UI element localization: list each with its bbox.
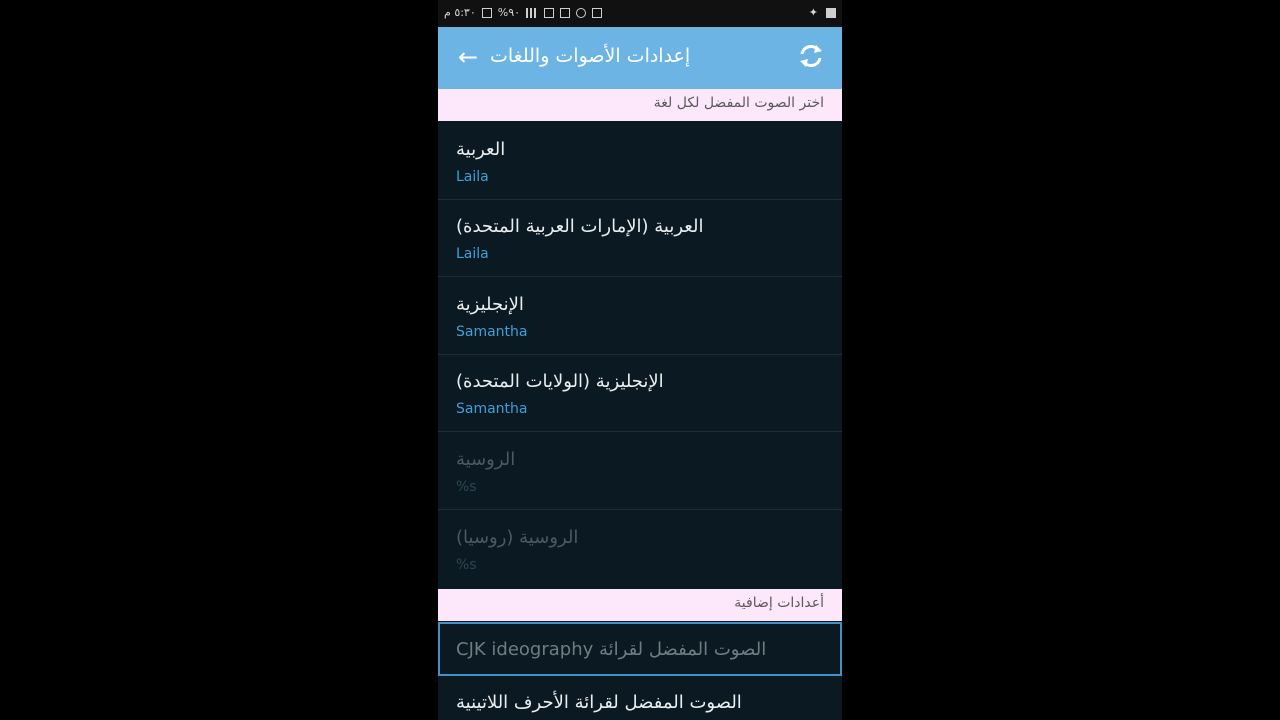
language-label: الإنجليزية xyxy=(456,294,524,315)
arrow-left-icon[interactable]: ← xyxy=(454,43,482,71)
status-left: ٥:٣٠ م %٩٠ xyxy=(444,6,603,19)
language-item-arabic-uae[interactable]: العربية (الإمارات العربية المتحدة) Laila xyxy=(438,200,842,277)
status-right: ✦ xyxy=(809,6,836,19)
message-icon xyxy=(592,7,603,18)
voice-section-header: اختر الصوت المفضل لكل لغة xyxy=(438,89,842,121)
phone-screen: ٥:٣٠ م %٩٠ ✦ ← إعدادات الأصوات واللغات ا… xyxy=(438,0,842,720)
status-bar: ٥:٣٠ م %٩٠ ✦ xyxy=(438,0,842,27)
extra-section-header: أعدادات إضافية xyxy=(438,589,842,621)
latin-voice-label: الصوت المفضل لقرائة الأحرف اللاتينية xyxy=(456,692,742,713)
voice-name: Samantha xyxy=(456,324,528,340)
cjk-voice-label: الصوت المفضل لقرائة CJK ideography xyxy=(456,639,767,660)
status-time: ٥:٣٠ م xyxy=(444,6,476,19)
voice-name: Samantha xyxy=(456,401,528,417)
voice-name: %s xyxy=(456,479,477,495)
voice-name: Laila xyxy=(456,169,489,185)
language-item-english[interactable]: الإنجليزية Samantha xyxy=(438,278,842,355)
language-item-russian: الروسية %s xyxy=(438,433,842,510)
camera-icon xyxy=(826,7,836,18)
cjk-voice-item[interactable]: الصوت المفضل لقرائة CJK ideography xyxy=(438,622,842,676)
language-item-english-us[interactable]: الإنجليزية (الولايات المتحدة) Samantha xyxy=(438,355,842,432)
alarm-icon xyxy=(576,7,587,18)
refresh-icon[interactable] xyxy=(796,41,826,71)
accessibility-icon: ✦ xyxy=(808,6,818,19)
language-label: العربية (الإمارات العربية المتحدة) xyxy=(456,216,704,237)
language-label: العربية xyxy=(456,139,506,160)
signal-icon xyxy=(526,7,539,18)
chart-icon xyxy=(544,7,555,18)
latin-voice-item[interactable]: الصوت المفضل لقرائة الأحرف اللاتينية xyxy=(438,678,842,720)
notification-icon xyxy=(560,7,571,18)
language-item-russian-russia: الروسية (روسيا) %s xyxy=(438,511,842,588)
battery-percent: %٩٠ xyxy=(497,6,521,19)
page-title: إعدادات الأصوات واللغات xyxy=(490,45,691,67)
app-bar: ← إعدادات الأصوات واللغات xyxy=(438,27,842,89)
battery-icon xyxy=(481,7,492,18)
voice-name: Laila xyxy=(456,246,489,262)
language-item-arabic[interactable]: العربية Laila xyxy=(438,123,842,200)
language-label: الروسية (روسيا) xyxy=(456,527,579,548)
language-label: الإنجليزية (الولايات المتحدة) xyxy=(456,371,664,392)
language-label: الروسية xyxy=(456,449,516,470)
voice-name: %s xyxy=(456,557,477,573)
